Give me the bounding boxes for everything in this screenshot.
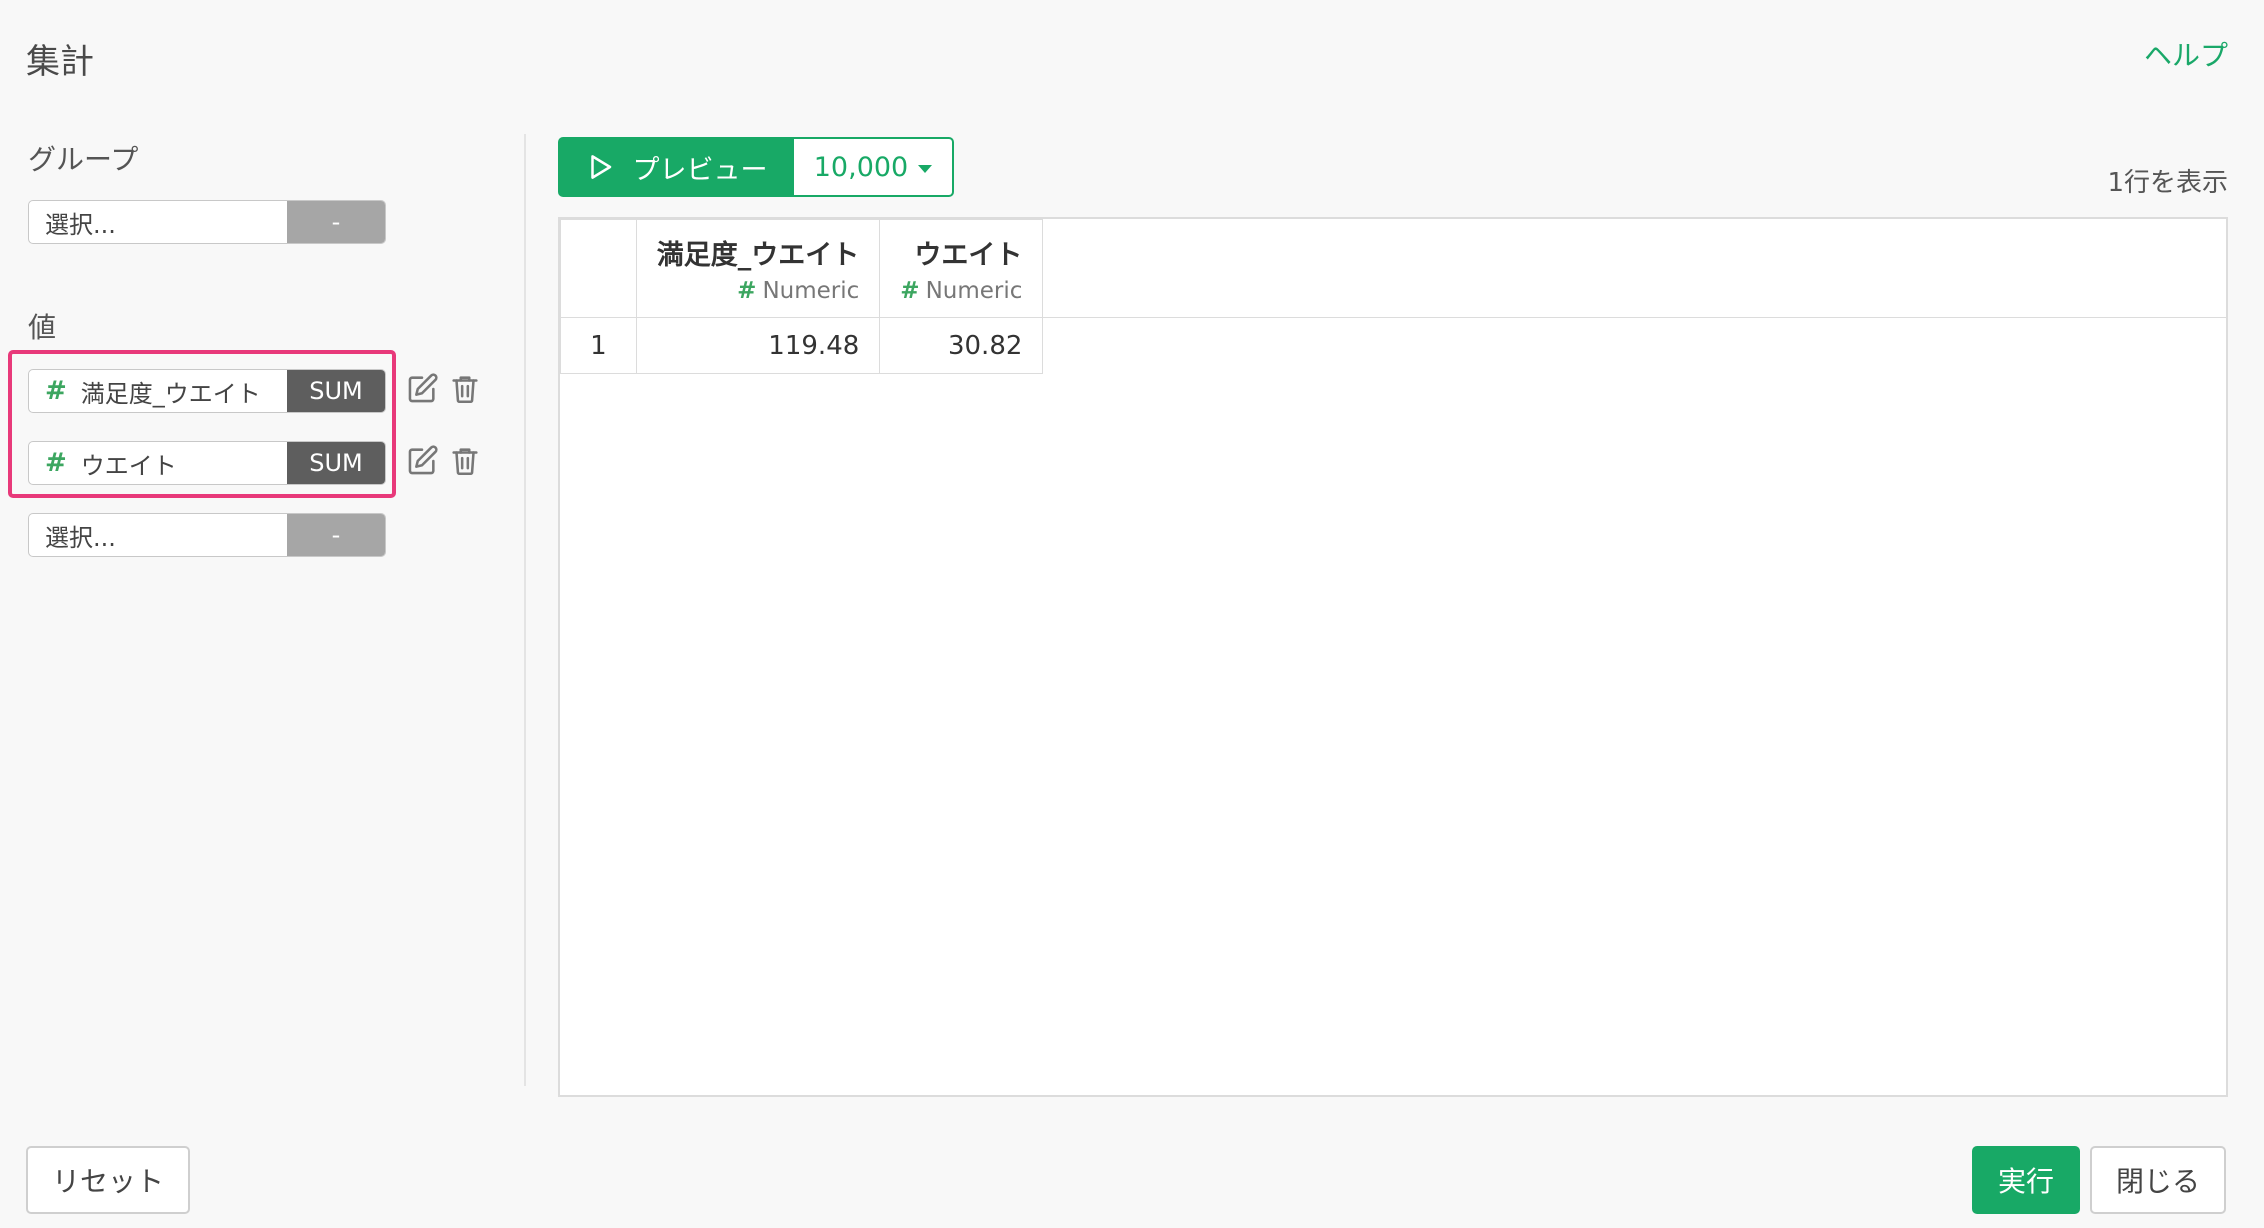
column-name: ウエイト <box>914 240 1023 271</box>
table-cell: 30.82 <box>879 317 1044 374</box>
column-type: # Numeric <box>657 278 860 304</box>
row-number: 1 <box>560 317 637 374</box>
table-row: 1 119.48 30.82 <box>560 317 2226 374</box>
column-name: 満足度_ウエイト <box>656 240 860 271</box>
numeric-icon: # <box>45 448 67 478</box>
value-select[interactable]: 選択... <box>29 514 287 556</box>
preview-button[interactable]: プレビュー <box>558 137 794 197</box>
group-picker: 選択... - <box>28 200 386 244</box>
value-section-label: 値 <box>28 311 57 344</box>
group-agg-button[interactable]: - <box>287 201 385 243</box>
trash-icon[interactable] <box>448 372 482 406</box>
numeric-icon: # <box>45 376 67 406</box>
value-column-name: 満足度_ウエイト <box>80 379 261 408</box>
table-header-row: 満足度_ウエイト # Numeric ウエイト # Numeric <box>560 219 2226 318</box>
edit-icon[interactable] <box>405 444 439 478</box>
column-header[interactable]: ウエイト # Numeric <box>879 219 1044 318</box>
row-limit-dropdown[interactable]: 10,000 <box>794 137 954 197</box>
page-title: 集計 <box>26 42 94 82</box>
header-divider <box>560 317 2226 318</box>
value-item: # ウエイト SUM <box>28 441 386 485</box>
value-agg-button[interactable]: - <box>287 514 385 556</box>
group-select[interactable]: 選択... <box>29 201 287 243</box>
row-limit-value: 10,000 <box>813 151 909 183</box>
rownum-header <box>560 219 637 318</box>
reset-button[interactable]: リセット <box>26 1146 190 1214</box>
aggregate-dialog: 集計 ヘルプ グループ 選択... - 値 # 満足度_ウエイト SUM # ウ… <box>0 0 2264 1228</box>
empty-header-space <box>1042 219 2226 318</box>
group-section-label: グループ <box>28 143 139 176</box>
value-column-select[interactable]: # 満足度_ウエイト <box>29 370 287 412</box>
numeric-icon: # <box>737 278 757 304</box>
column-type-label: Numeric <box>925 278 1023 304</box>
preview-controls: プレビュー 10,000 <box>558 137 954 197</box>
preview-table: 満足度_ウエイト # Numeric ウエイト # Numeric 1 119.48… <box>558 217 2228 1097</box>
preview-label: プレビュー <box>632 154 768 186</box>
caret-down-icon <box>918 165 933 173</box>
play-icon <box>590 155 611 179</box>
empty-row-space <box>1043 318 2226 374</box>
run-button[interactable]: 実行 <box>1972 1146 2080 1214</box>
value-column-select[interactable]: # ウエイト <box>29 442 287 484</box>
numeric-icon: # <box>900 278 920 304</box>
value-picker-empty: 選択... - <box>28 513 386 557</box>
column-type-label: Numeric <box>762 278 860 304</box>
value-column-name: ウエイト <box>80 451 177 480</box>
column-header[interactable]: 満足度_ウエイト # Numeric <box>635 219 881 318</box>
close-button[interactable]: 閉じる <box>2090 1146 2226 1214</box>
trash-icon[interactable] <box>448 444 482 478</box>
column-type: # Numeric <box>900 278 1022 304</box>
agg-function-button[interactable]: SUM <box>287 370 385 412</box>
agg-function-button[interactable]: SUM <box>287 442 385 484</box>
help-link[interactable]: ヘルプ <box>2144 34 2228 74</box>
edit-icon[interactable] <box>405 372 439 406</box>
value-item: # 満足度_ウエイト SUM <box>28 369 386 413</box>
rows-count-info: 1行を表示 <box>2107 168 2228 198</box>
table-cell: 119.48 <box>635 317 881 374</box>
panel-divider <box>524 134 526 1086</box>
